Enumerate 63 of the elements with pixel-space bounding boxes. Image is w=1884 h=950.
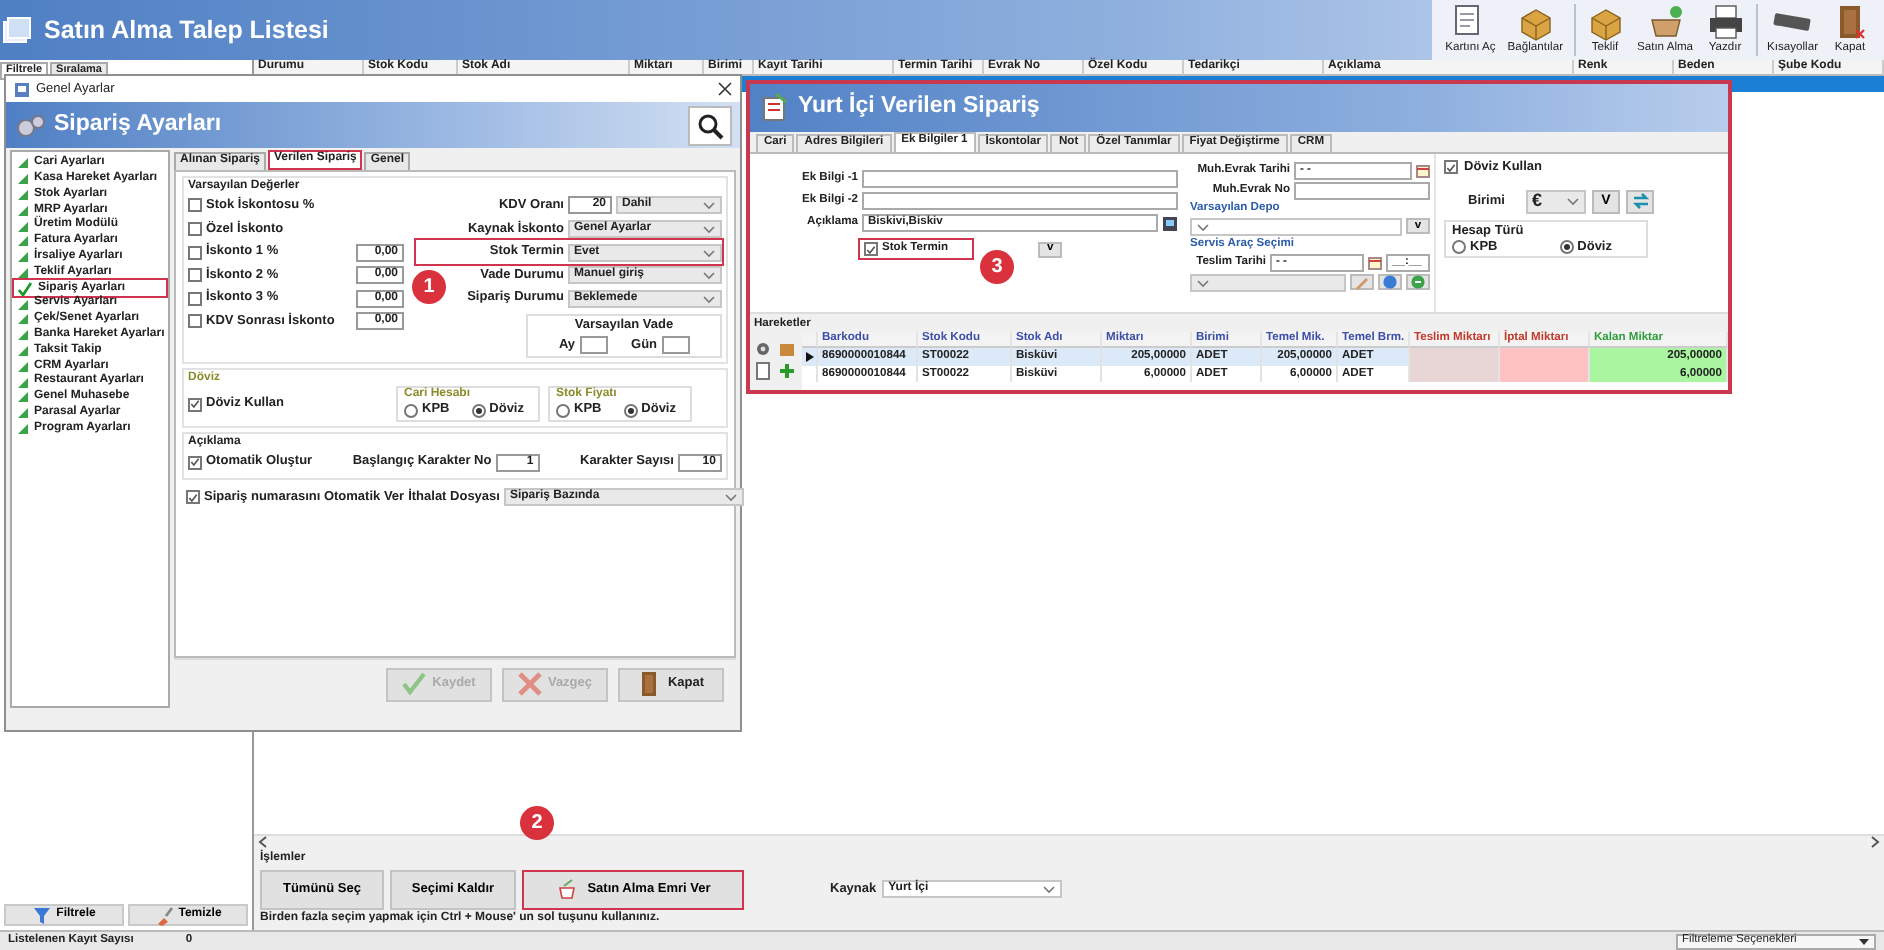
checkbox[interactable]	[188, 245, 202, 260]
scroll-left-icon	[258, 836, 268, 849]
check-icon	[402, 672, 427, 696]
brush-icon	[154, 905, 175, 925]
input-field[interactable]	[661, 335, 690, 354]
document-icon[interactable]	[754, 361, 772, 380]
dialog-title: Sipariş Ayarları	[54, 111, 222, 139]
checkbox[interactable]	[186, 490, 200, 505]
swap-button[interactable]	[1626, 189, 1654, 214]
table-cell	[1410, 348, 1500, 366]
checkbox[interactable]	[188, 268, 202, 283]
checkbox[interactable]	[1444, 160, 1458, 175]
radio-button[interactable]	[404, 403, 418, 418]
calendar-icon[interactable]	[1416, 164, 1430, 178]
radio-button[interactable]	[1559, 239, 1574, 254]
cross-icon	[517, 672, 542, 696]
checkbox[interactable]	[188, 455, 202, 470]
checkbox[interactable]	[188, 222, 202, 237]
pencil-icon	[1354, 274, 1370, 291]
printer-icon	[1705, 2, 1746, 43]
caret-icon	[1858, 937, 1870, 945]
radio-button[interactable]	[556, 403, 570, 418]
window-title: Satın Alma Talep Listesi	[42, 15, 329, 45]
input-field[interactable]	[1294, 182, 1430, 200]
close-icon[interactable]	[718, 82, 732, 96]
window-icon	[14, 81, 30, 97]
caret-icon	[1042, 884, 1057, 895]
calendar-icon[interactable]	[1368, 255, 1382, 270]
table-cell	[1500, 348, 1590, 366]
caret-icon	[1566, 196, 1580, 207]
dialog-title: Yurt İçi Verilen Sipariş	[798, 94, 1040, 122]
checkbox[interactable]	[188, 397, 202, 412]
lookup-icon[interactable]	[1162, 215, 1178, 231]
input-field[interactable]	[862, 192, 1178, 210]
radio-button[interactable]	[1452, 239, 1466, 254]
radio-button[interactable]	[471, 403, 486, 418]
caret-icon	[1196, 277, 1210, 288]
refresh-button[interactable]	[1406, 274, 1430, 291]
input-field[interactable]	[579, 335, 608, 354]
door-icon	[637, 672, 662, 696]
document-icon	[758, 92, 790, 124]
edit-button[interactable]	[1350, 274, 1374, 291]
check-icon	[18, 281, 32, 296]
basket-icon	[1645, 2, 1686, 43]
checkbox[interactable]	[188, 291, 202, 306]
currency-dropdown[interactable]: €	[1526, 189, 1586, 214]
checkbox[interactable]	[864, 242, 878, 256]
row-pointer-icon	[806, 352, 814, 363]
search-button[interactable]	[688, 105, 732, 145]
input-field[interactable]	[862, 170, 1178, 188]
search-icon	[696, 111, 724, 139]
caret-icon	[1196, 221, 1210, 232]
swap-icon	[1631, 192, 1649, 211]
radio-button[interactable]	[623, 403, 638, 418]
box-icon[interactable]	[778, 339, 796, 358]
info-button[interactable]	[1378, 274, 1402, 291]
checkbox[interactable]	[188, 314, 202, 329]
funnel-icon	[32, 905, 53, 925]
checkbox[interactable]	[188, 198, 202, 213]
plus-icon[interactable]	[778, 361, 796, 380]
document-icon	[0, 14, 32, 46]
caret-icon	[723, 492, 738, 503]
scroll-right-icon	[1870, 836, 1880, 849]
